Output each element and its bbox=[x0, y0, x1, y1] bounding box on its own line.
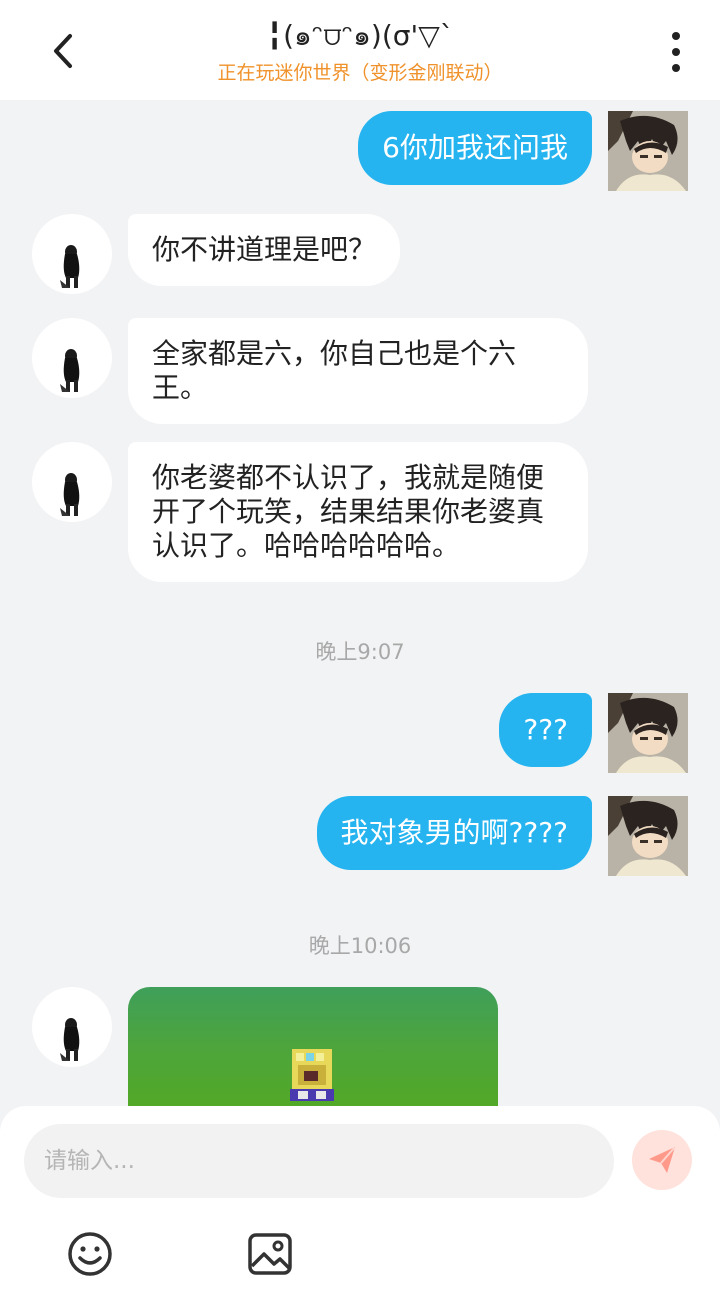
message-bubble-incoming[interactable]: 全家都是六，你自己也是个六王。 bbox=[128, 318, 588, 424]
more-vertical-icon bbox=[672, 32, 680, 40]
message-row-outgoing: ??? bbox=[0, 693, 720, 773]
character-avatar-image bbox=[60, 1018, 80, 1061]
game-screenshot-image bbox=[290, 1049, 334, 1101]
message-row-incoming: 你不讲道理是吧？ bbox=[0, 214, 720, 294]
message-list[interactable]: 6你加我还问我 你不讲道理是吧？ 全家都是六，你自己也是个六王。 你老婆都不认识… bbox=[0, 100, 720, 1110]
character-avatar-image bbox=[60, 473, 80, 516]
message-text: 你不讲道理是吧？ bbox=[152, 233, 377, 266]
contact-avatar[interactable] bbox=[32, 214, 112, 294]
anime-avatar-image bbox=[608, 111, 688, 191]
paper-plane-icon bbox=[649, 1146, 676, 1173]
message-bubble-incoming[interactable]: 你老婆都不认识了，我就是随便开了个玩笑，结果结果你老婆真认识了。哈哈哈哈哈哈。 bbox=[128, 442, 588, 582]
send-button[interactable] bbox=[632, 1130, 692, 1190]
message-bubble-outgoing[interactable]: 6你加我还问我 bbox=[358, 111, 592, 185]
message-bubble-outgoing[interactable]: ??? bbox=[499, 693, 592, 767]
chat-header: ╏(๑ᵔ⩌ᵔ๑)(σ'▽` 正在玩迷你世界（变形金刚联动） bbox=[0, 0, 720, 100]
my-avatar[interactable] bbox=[608, 111, 688, 191]
message-row-incoming: 你老婆都不认识了，我就是随便开了个玩笑，结果结果你老婆真认识了。哈哈哈哈哈哈。 bbox=[0, 442, 720, 582]
message-row-outgoing: 6你加我还问我 bbox=[0, 111, 720, 191]
message-text: 你老婆都不认识了，我就是随便开了个玩笑，结果结果你老婆真认识了。哈哈哈哈哈哈。 bbox=[152, 461, 545, 562]
contact-status: 正在玩迷你世界（变形金刚联动） bbox=[217, 62, 503, 84]
message-text: ??? bbox=[523, 713, 568, 746]
message-bubble-incoming[interactable]: 你不讲道理是吧？ bbox=[128, 214, 401, 286]
emoji-button[interactable] bbox=[66, 1230, 114, 1278]
timestamp-divider: 晚上10:06 bbox=[308, 934, 412, 958]
message-text: 6你加我还问我 bbox=[382, 131, 568, 164]
timestamp-divider: 晚上9:07 bbox=[315, 640, 405, 664]
my-avatar[interactable] bbox=[608, 693, 688, 773]
anime-avatar-image bbox=[608, 796, 688, 876]
message-text: 我对象男的啊???? bbox=[340, 816, 568, 849]
message-row-incoming bbox=[0, 987, 720, 1110]
character-avatar-image bbox=[60, 349, 80, 392]
image-button[interactable] bbox=[246, 1230, 294, 1278]
input-panel bbox=[0, 1106, 720, 1312]
smiley-icon bbox=[68, 1232, 112, 1276]
more-button[interactable] bbox=[658, 28, 694, 76]
contact-name: ╏(๑ᵔ⩌ᵔ๑)(σ'▽` bbox=[266, 19, 454, 52]
character-avatar-image bbox=[60, 245, 80, 288]
contact-avatar[interactable] bbox=[32, 318, 112, 398]
message-text: 全家都是六，你自己也是个六王。 bbox=[152, 337, 517, 404]
anime-avatar-image bbox=[608, 693, 688, 773]
contact-avatar[interactable] bbox=[32, 442, 112, 522]
message-row-outgoing: 我对象男的啊???? bbox=[0, 796, 720, 876]
contact-avatar[interactable] bbox=[32, 987, 112, 1067]
my-avatar[interactable] bbox=[608, 796, 688, 876]
image-icon bbox=[248, 1233, 292, 1275]
message-bubble-outgoing[interactable]: 我对象男的啊???? bbox=[316, 796, 592, 870]
message-input[interactable] bbox=[24, 1124, 614, 1198]
chat-screen: ╏(๑ᵔ⩌ᵔ๑)(σ'▽` 正在玩迷你世界（变形金刚联动） 6你加我还问我 你不… bbox=[0, 0, 720, 1312]
message-row-incoming: 全家都是六，你自己也是个六王。 bbox=[0, 318, 720, 428]
image-message[interactable] bbox=[128, 987, 498, 1110]
